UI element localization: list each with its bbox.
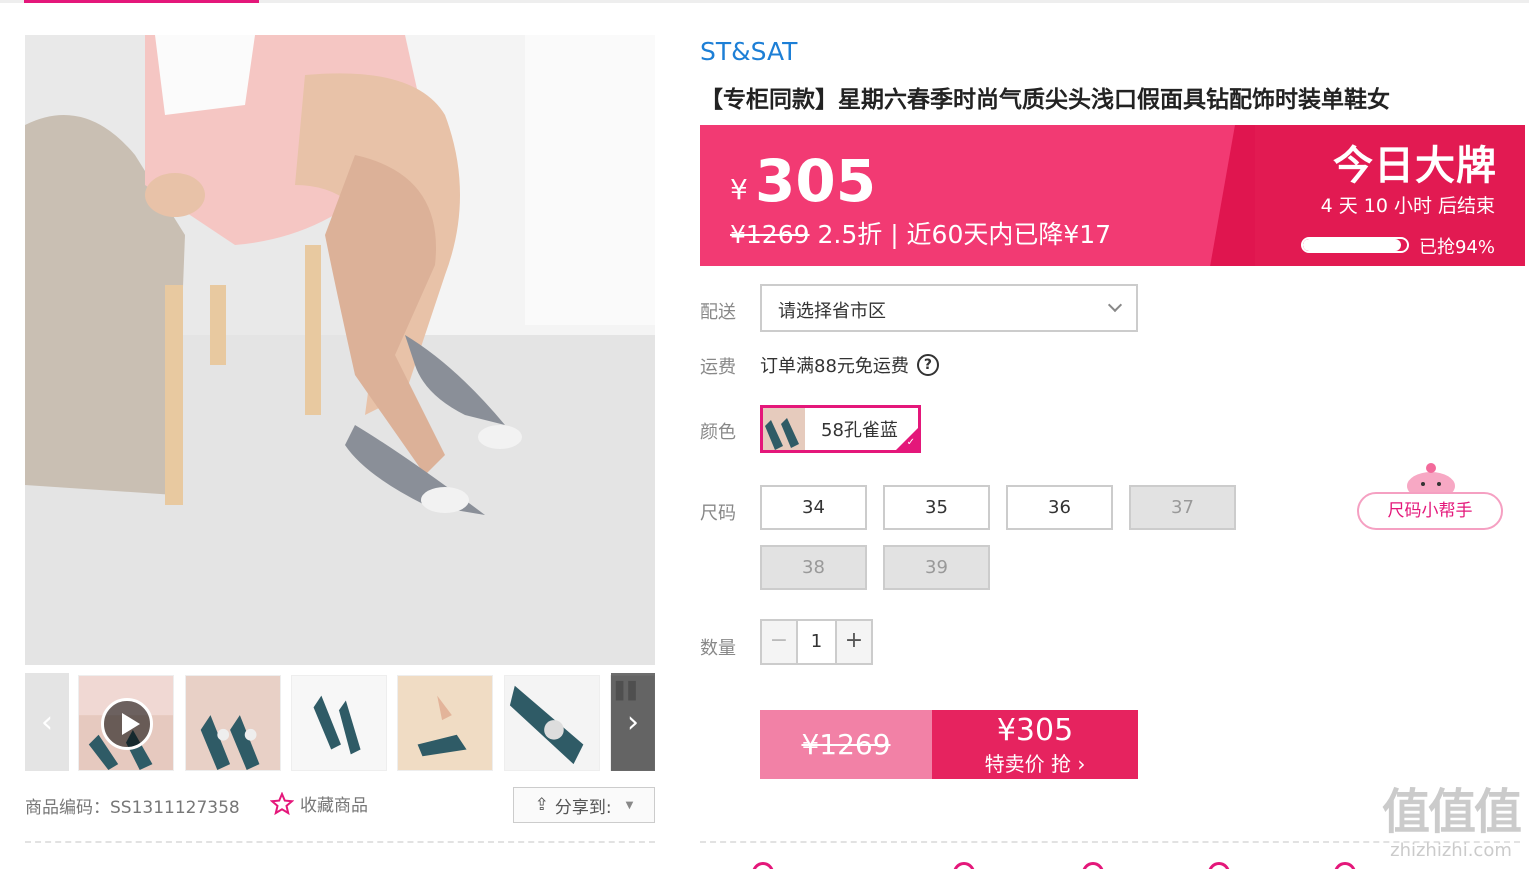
sku-code: 商品编码：SS1311127358 [25,798,240,818]
size-option-38: 38 [760,545,867,590]
product-meta-row: 商品编码：SS1311127358 收藏商品 ⇪ 分享到: ▼ [25,787,655,823]
check-icon: ✓ [906,437,915,448]
shipping-info: 订单满88元免运费 ? [760,352,939,378]
sale-price: 305 [755,147,877,215]
buy-sale-section: ¥305 特卖价 抢 › [932,710,1138,779]
region-select-value: 请选择省市区 [778,301,886,322]
size-option-37: 37 [1129,485,1236,530]
product-title: 【专柜同款】星期六春季时尚气质尖头浅口假面具钻配饰时装单鞋女 [700,87,1390,113]
color-option-selected[interactable]: 58孔雀蓝 ✓ [760,405,921,453]
quantity-value[interactable]: 1 [796,621,837,663]
brand-link[interactable]: ST&SAT [700,37,797,66]
thumbnail-item[interactable] [397,675,493,771]
quantity-decrement-button[interactable]: − [762,621,796,663]
today-brand-badge: 今日大牌 [1333,143,1497,189]
color-option-label: 58孔雀蓝 [821,420,898,441]
service-icon [1334,862,1356,869]
caret-down-icon: ▼ [625,799,634,811]
thumbnail-video[interactable] [78,675,174,771]
quantity-label: 数量 [700,638,736,659]
share-label: 分享到: [554,797,612,818]
quantity-increment-button[interactable]: + [837,621,871,663]
size-option-34[interactable]: 34 [760,485,867,530]
watermark-url: zhizhizhi.com [1390,840,1512,861]
favorite-label: 收藏商品 [300,796,368,816]
size-option-35[interactable]: 35 [883,485,990,530]
main-product-image[interactable] [25,35,655,665]
sold-progress-fill [1303,239,1401,251]
currency-symbol: ¥ [730,173,748,206]
size-label: 尺码 [700,503,736,524]
star-icon [270,791,294,815]
size-option-39: 39 [883,545,990,590]
service-icon [752,862,774,869]
active-tab-indicator [24,0,259,3]
buy-label: 特卖价 抢 › [984,752,1086,776]
buy-now-button[interactable]: ¥1269 ¥305 特卖价 抢 › [760,710,1138,779]
service-icon [1208,862,1230,869]
sold-progress-bar [1301,237,1409,253]
thumbnail-strip: ‹ › [25,673,655,771]
divider [25,841,655,843]
service-icon [953,862,975,869]
region-select[interactable]: 请选择省市区 [760,284,1138,332]
promo-banner: ¥ 305 ¥1269 2.5折 | 近60天内已降¥17 今日大牌 4 天 1… [700,125,1525,266]
thumbnail-next-arrow[interactable]: › [611,673,655,771]
thumbnail-prev-arrow[interactable]: ‹ [25,673,69,771]
size-option-36[interactable]: 36 [1006,485,1113,530]
thumbnail-item[interactable] [504,675,600,771]
discount-info: 2.5折 | 近60天内已降¥17 [817,220,1112,249]
buy-sale-price: ¥305 [996,713,1074,748]
quantity-stepper[interactable]: − 1 + [760,619,873,665]
price-detail: ¥1269 2.5折 | 近60天内已降¥17 [730,215,1111,251]
share-dropdown[interactable]: ⇪ 分享到: ▼ [513,787,655,823]
sold-percentage: 已抢94% [1418,237,1495,258]
share-icon: ⇪ [534,795,549,815]
thumbnail-item[interactable] [185,675,281,771]
thumbnail-item[interactable] [291,675,387,771]
color-label: 颜色 [700,422,736,443]
shipping-text: 订单满88元免运费 [760,356,909,377]
buy-original-price: ¥1269 [760,710,932,779]
favorite-button[interactable]: 收藏商品 [270,791,368,816]
watermark-logo: 值值值 [1381,784,1522,840]
shipping-label: 运费 [700,357,736,378]
size-helper-button[interactable]: 尺码小帮手 [1357,492,1503,530]
original-price: ¥1269 [730,220,810,249]
help-icon[interactable]: ? [916,354,939,376]
site-watermark: 值值值 zhizhizhi.com [1378,782,1524,864]
delivery-label: 配送 [700,302,736,323]
chevron-down-icon [1107,297,1123,313]
play-icon[interactable] [101,698,153,750]
service-icon [1082,862,1104,869]
countdown-timer: 4 天 10 小时 后结束 [1320,195,1495,217]
color-swatch [763,408,805,450]
